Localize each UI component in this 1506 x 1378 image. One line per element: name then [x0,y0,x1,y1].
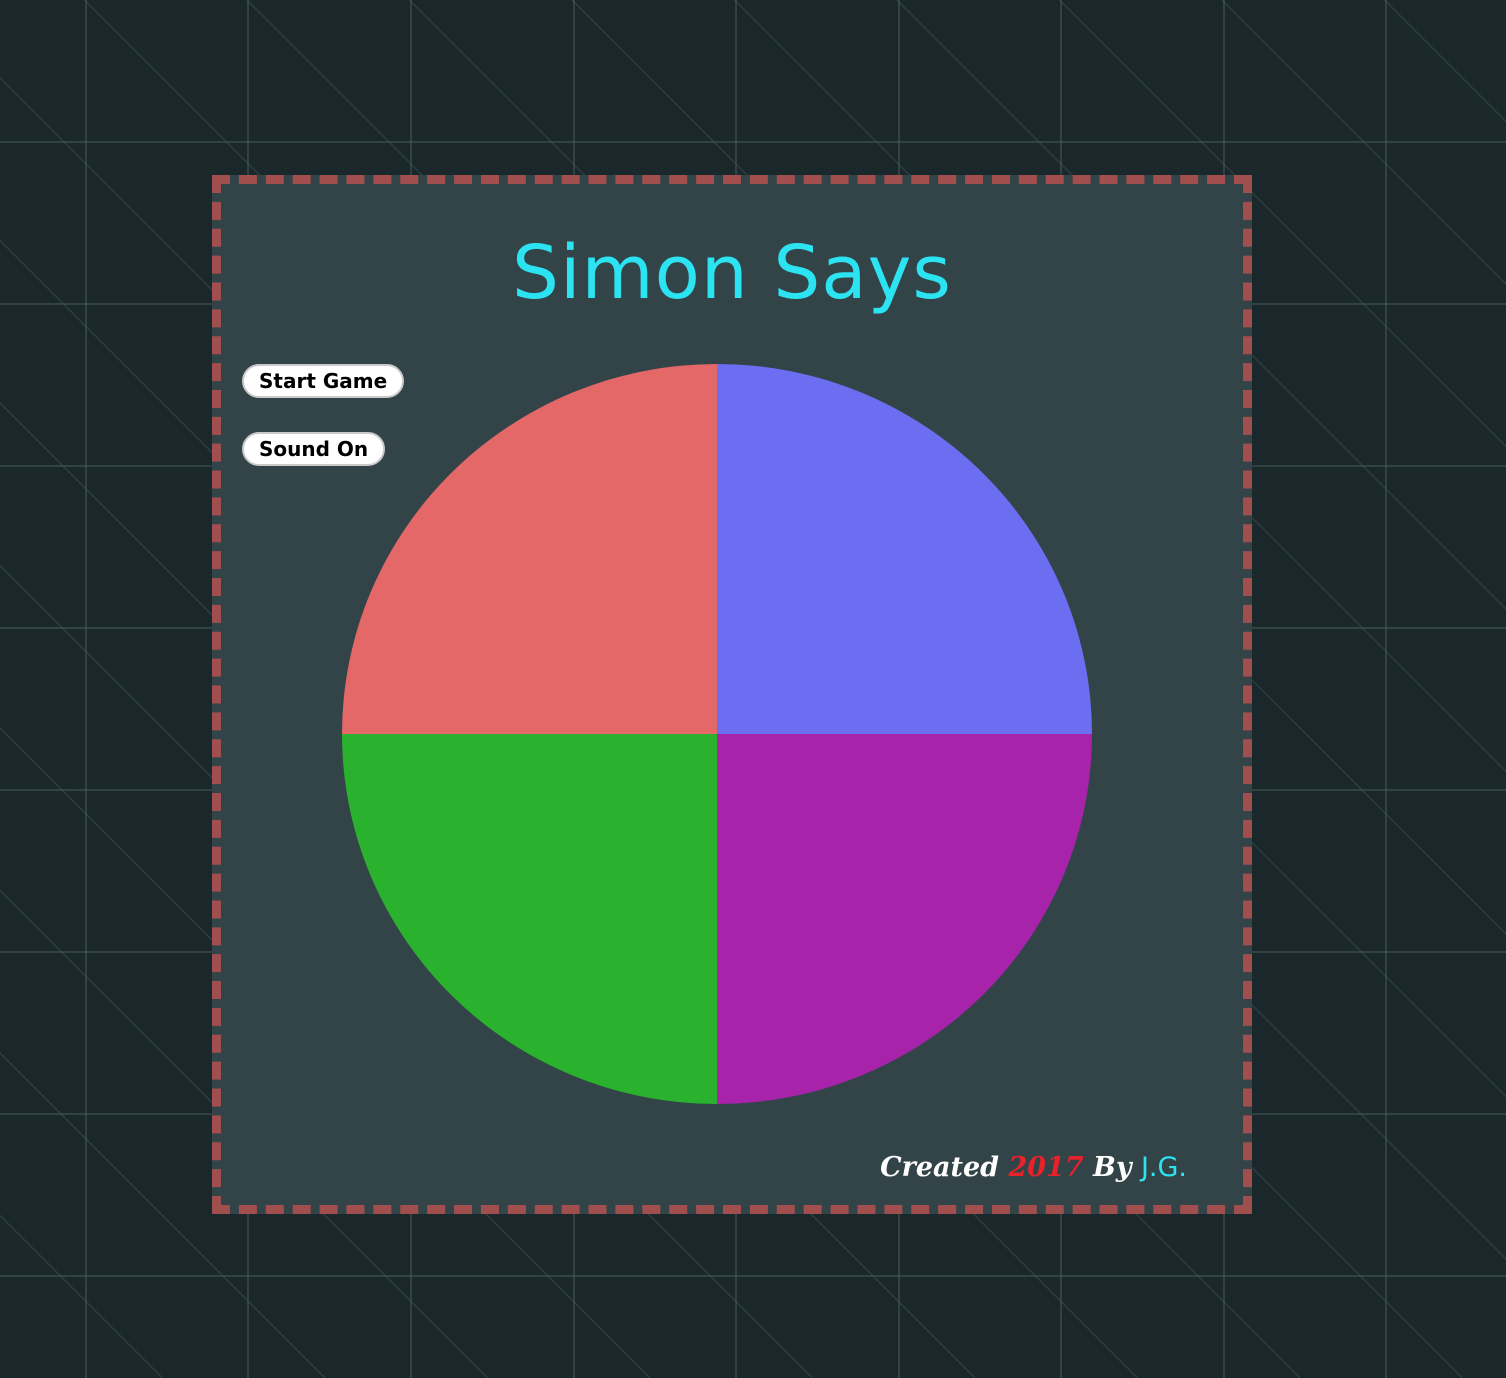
game-panel: Simon Says Start Game Sound On Created 2… [212,175,1252,1214]
blue-quadrant[interactable] [717,364,1092,734]
credit-footer: Created 2017 By J.G. [880,1152,1187,1183]
green-quadrant[interactable] [342,734,717,1104]
grid-line-diagonal [1221,0,1506,285]
grid-line-diagonal [0,1214,163,1378]
red-quadrant[interactable] [342,364,717,734]
credit-by: By [1093,1152,1132,1183]
credit-year: 2017 [1008,1152,1084,1183]
grid-line-diagonal [1384,0,1506,123]
purple-quadrant[interactable] [717,734,1092,1104]
credit-author: J.G. [1140,1152,1187,1183]
credit-created: Created [880,1152,1000,1183]
game-title: Simon Says [512,230,952,316]
simon-board [342,364,1092,1104]
